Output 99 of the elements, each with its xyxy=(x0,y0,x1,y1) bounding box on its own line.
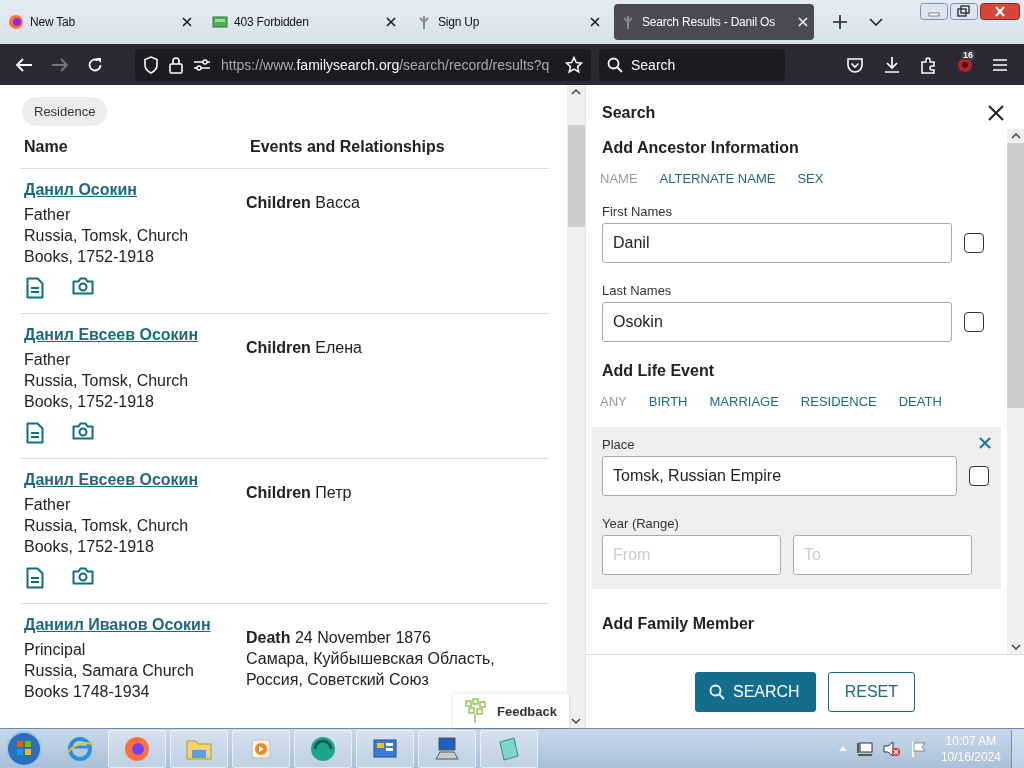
form-tab[interactable]: MARRIAGE xyxy=(701,390,787,413)
taskbar-button[interactable] xyxy=(294,729,352,768)
role-text: Father xyxy=(24,495,72,515)
checkbox[interactable] xyxy=(964,233,984,253)
reset-button[interactable]: RESET xyxy=(827,671,915,712)
filter-chip[interactable]: Residence xyxy=(22,97,108,126)
search-icon xyxy=(607,56,623,73)
collection-text: Russia, Samara Church Books 1748-1934 xyxy=(24,661,195,702)
person-link[interactable]: Данил Евсеев Осокин xyxy=(24,326,246,344)
pocket-icon[interactable] xyxy=(846,56,864,73)
scrollbar[interactable] xyxy=(567,85,585,728)
browser-tab[interactable]: 403 Forbidden xyxy=(206,4,402,40)
close-icon[interactable] xyxy=(590,17,600,27)
checkbox[interactable] xyxy=(969,466,989,486)
lock-icon[interactable] xyxy=(169,55,183,74)
collection-text: Russia, Tomsk, Church Books, 1752-1918 xyxy=(24,516,190,557)
search-field[interactable]: Search xyxy=(599,48,785,81)
form-tab[interactable]: DEATH xyxy=(890,390,950,413)
close-icon[interactable] xyxy=(980,3,1020,20)
browser-tab[interactable]: Search Results - Danil Os xyxy=(614,4,814,40)
document-icon[interactable] xyxy=(26,422,44,444)
column-header: Events and Relationships xyxy=(250,138,445,156)
event-text: Death 24 November 1876 xyxy=(246,628,432,648)
chevron-up-icon[interactable] xyxy=(571,89,581,95)
feedback-button[interactable]: Feedback xyxy=(453,694,569,728)
scrollbar-thumb[interactable] xyxy=(567,125,585,227)
download-icon[interactable] xyxy=(883,55,901,74)
star-icon[interactable] xyxy=(565,55,583,74)
text-field[interactable]: Osokin xyxy=(602,302,952,342)
person-link[interactable]: Данил Евсеев Осокин xyxy=(24,471,246,489)
form-tab[interactable]: SEX xyxy=(789,167,832,190)
chevron-down-icon[interactable] xyxy=(571,718,581,724)
scrollbar-thumb[interactable] xyxy=(1007,143,1024,408)
chevron-down-icon[interactable] xyxy=(1010,644,1021,650)
role-text: Principal xyxy=(24,640,87,660)
section-heading: Add Life Event xyxy=(602,362,715,380)
firefox-icon xyxy=(8,14,24,30)
field-label: First Names xyxy=(602,204,674,219)
text-field[interactable]: Tomsk, Russian Empire xyxy=(602,456,957,496)
collection-text: Russia, Tomsk, Church Books, 1752-1918 xyxy=(24,371,190,412)
browser-tab[interactable]: Sign Up xyxy=(410,4,606,40)
form-tab[interactable]: BIRTH xyxy=(640,390,696,413)
reload-icon[interactable] xyxy=(87,56,103,73)
panel-title: Search xyxy=(602,104,656,122)
section-heading: Add Ancestor Information xyxy=(602,139,800,157)
tree-icon xyxy=(620,14,636,30)
checkbox[interactable] xyxy=(964,312,984,332)
section-heading: Add Family Member xyxy=(602,615,756,633)
close-icon[interactable] xyxy=(182,17,192,27)
puzzle-piece-icon[interactable] xyxy=(920,55,938,74)
person-link[interactable]: Даниил Иванов Осокин xyxy=(24,616,246,634)
event-text: Children Петр xyxy=(246,483,353,503)
count-badge: 16 xyxy=(961,49,975,60)
chevron-down-icon[interactable] xyxy=(869,18,883,26)
role-text: Father xyxy=(24,205,72,225)
shield-icon[interactable] xyxy=(143,55,159,74)
field-label: Year (Range) xyxy=(602,516,680,531)
event-text: Children Елена xyxy=(246,338,363,358)
forward-arrow-icon[interactable] xyxy=(51,56,69,73)
form-tab[interactable]: RESIDENCE xyxy=(792,390,885,413)
text-field[interactable]: Danil xyxy=(602,223,952,263)
image-icon xyxy=(212,14,228,30)
restore-icon[interactable] xyxy=(950,3,978,20)
url-text: https://www.familysearch.org/search/record/results?q xyxy=(221,56,551,73)
place-text: Самара, Куйбышевская Область, Россия, Советский Союз xyxy=(246,649,496,690)
close-icon[interactable] xyxy=(386,17,396,27)
back-arrow-icon[interactable] xyxy=(15,56,33,73)
plus-icon[interactable] xyxy=(833,15,847,29)
taskbar-button[interactable] xyxy=(418,729,476,768)
sliders-icon[interactable] xyxy=(193,57,211,72)
tree-icon xyxy=(416,14,432,30)
menu-icon[interactable] xyxy=(992,57,1008,72)
camera-icon[interactable] xyxy=(72,567,94,585)
field-label: Last Names xyxy=(602,283,673,298)
address-bar[interactable]: https://www.familysearch.org/search/record/results?q xyxy=(135,48,591,81)
document-icon[interactable] xyxy=(26,277,44,299)
taskbar-button[interactable] xyxy=(108,729,166,768)
camera-icon[interactable] xyxy=(72,277,94,295)
browser-tab[interactable]: New Tab xyxy=(2,4,198,40)
tree-icon xyxy=(463,698,489,724)
close-icon[interactable] xyxy=(988,105,1004,121)
field-label: Place xyxy=(602,437,635,452)
column-header: Name xyxy=(23,138,69,156)
flag-icon[interactable] xyxy=(910,740,927,757)
speaker-muted-icon[interactable] xyxy=(882,740,901,757)
document-icon[interactable] xyxy=(26,567,44,589)
event-text: Children Васса xyxy=(246,193,361,213)
collection-text: Russia, Tomsk, Church Books, 1752-1918 xyxy=(24,226,190,267)
form-tab[interactable]: ALTERNATE NAME xyxy=(651,167,784,190)
person-link[interactable]: Данил Осокин xyxy=(24,181,246,199)
camera-icon[interactable] xyxy=(72,422,94,440)
start-button[interactable] xyxy=(4,728,44,768)
chevron-up-icon[interactable] xyxy=(1010,133,1021,139)
role-text: Father xyxy=(24,350,72,370)
taskbar-button[interactable] xyxy=(356,729,414,768)
network-icon[interactable] xyxy=(856,740,873,757)
search-button[interactable]: SEARCH xyxy=(695,671,816,712)
scrollbar[interactable] xyxy=(1007,129,1024,654)
search-icon xyxy=(709,683,725,700)
